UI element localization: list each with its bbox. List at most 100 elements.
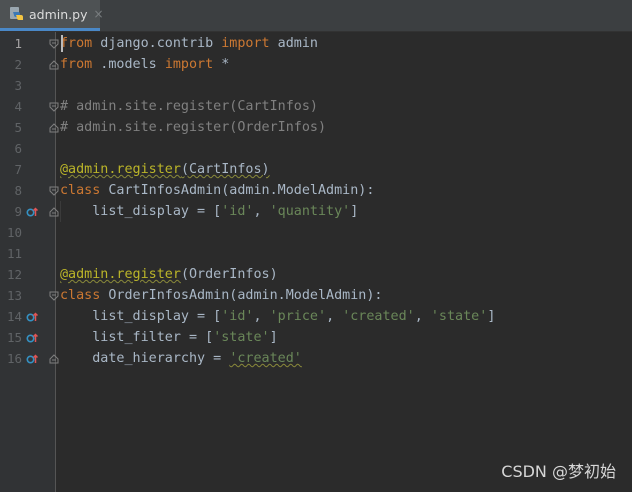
token: *: [213, 57, 230, 72]
tab-admin-py[interactable]: admin.py ×: [0, 0, 104, 31]
token: import: [221, 36, 270, 51]
token: class: [60, 288, 101, 303]
token: import: [164, 57, 214, 72]
token: @admin.register: [60, 162, 181, 177]
token: 'id': [221, 204, 254, 219]
line-number: 9: [14, 204, 22, 219]
line-number: 11: [6, 246, 22, 261]
token: 'created': [342, 309, 415, 324]
code-line[interactable]: 10: [0, 222, 632, 243]
line-number: 10: [6, 225, 22, 240]
fold-toggle-icon[interactable]: [49, 60, 59, 70]
token: .models: [92, 57, 165, 72]
editor-tab-bar: admin.py ×: [0, 0, 632, 32]
code-text[interactable]: @admin.register(CartInfos): [60, 159, 270, 180]
token: OrderInfosAdmin(admin.ModelAdmin):: [100, 288, 383, 303]
code-text[interactable]: list_display = ['id', 'price', 'created'…: [60, 306, 495, 327]
code-line[interactable]: 11: [0, 243, 632, 264]
token: class: [60, 183, 101, 198]
code-line[interactable]: 14 list_display = ['id', 'price', 'creat…: [0, 306, 632, 327]
token: ]: [269, 330, 278, 345]
token: ]: [350, 204, 359, 219]
token: (CartInfos): [180, 162, 270, 177]
code-text[interactable]: @admin.register(OrderInfos): [60, 264, 278, 285]
code-text[interactable]: from .models import *: [60, 54, 229, 75]
token: admin: [269, 36, 318, 51]
code-line[interactable]: 15 list_filter = ['state']: [0, 327, 632, 348]
code-line[interactable]: 7 @admin.register(CartInfos): [0, 159, 632, 180]
token: 'created': [229, 351, 302, 366]
code-text[interactable]: class CartInfosAdmin(admin.ModelAdmin):: [60, 180, 374, 201]
indent-guide: [60, 201, 61, 222]
code-text[interactable]: # admin.site.register(OrderInfos): [60, 117, 326, 138]
code-line[interactable]: 1 from django.contrib import admin: [0, 33, 632, 54]
token: list_filter = [: [60, 330, 214, 345]
line-number: 4: [14, 99, 22, 114]
token: list_display = [: [60, 204, 222, 219]
close-icon[interactable]: ×: [93, 7, 103, 21]
token: @admin.register: [60, 267, 181, 282]
fold-toggle-icon[interactable]: [49, 207, 59, 217]
override-method-icon[interactable]: [26, 353, 38, 365]
code-line[interactable]: 6: [0, 138, 632, 159]
code-line[interactable]: 16 date_hierarchy = 'created': [0, 348, 632, 369]
line-number: 5: [14, 120, 22, 135]
code-line[interactable]: 8 class CartInfosAdmin(admin.ModelAdmin):: [0, 180, 632, 201]
line-number: 2: [14, 57, 22, 72]
line-number: 13: [6, 288, 22, 303]
line-number: 16: [6, 351, 22, 366]
token: ,: [326, 309, 343, 324]
fold-toggle-icon[interactable]: [49, 291, 59, 301]
code-text[interactable]: from django.contrib import admin: [60, 33, 318, 54]
code-line[interactable]: 3: [0, 75, 632, 96]
fold-toggle-icon[interactable]: [49, 123, 59, 133]
line-number: 14: [6, 309, 22, 324]
line-number: 8: [14, 183, 22, 198]
token: ,: [253, 309, 270, 324]
token: ,: [253, 204, 270, 219]
code-line[interactable]: 12 @admin.register(OrderInfos): [0, 264, 632, 285]
code-line[interactable]: 9 list_display = ['id', 'quantity']: [0, 201, 632, 222]
token: 'quantity': [269, 204, 351, 219]
token: from: [60, 57, 93, 72]
token: date_hierarchy =: [60, 351, 230, 366]
fold-toggle-icon[interactable]: [49, 102, 59, 112]
code-text[interactable]: list_filter = ['state']: [60, 327, 278, 348]
line-number: 12: [6, 267, 22, 282]
code-line[interactable]: 13 class OrderInfosAdmin(admin.ModelAdmin…: [0, 285, 632, 306]
token: 'id': [221, 309, 254, 324]
token: django.contrib: [92, 36, 222, 51]
code-text[interactable]: # admin.site.register(CartInfos): [60, 96, 318, 117]
token: 'state': [213, 330, 270, 345]
tab-label: admin.py: [29, 6, 88, 22]
line-number: 3: [14, 78, 22, 93]
line-number: 7: [14, 162, 22, 177]
line-number: 6: [14, 141, 22, 156]
token: # admin.site.register(OrderInfos): [60, 120, 327, 135]
token: 'state': [430, 309, 488, 324]
token: from: [60, 36, 93, 51]
code-line[interactable]: 4 # admin.site.register(CartInfos): [0, 96, 632, 117]
code-line[interactable]: 5 # admin.site.register(OrderInfos): [0, 117, 632, 138]
token: (OrderInfos): [180, 267, 278, 282]
token: list_display = [: [60, 309, 222, 324]
line-number: 15: [6, 330, 22, 345]
code-line[interactable]: 2 from .models import *: [0, 54, 632, 75]
code-text[interactable]: class OrderInfosAdmin(admin.ModelAdmin):: [60, 285, 382, 306]
override-method-icon[interactable]: [26, 311, 38, 323]
token: # admin.site.register(CartInfos): [60, 99, 318, 114]
code-text[interactable]: date_hierarchy = 'created': [60, 348, 302, 369]
python-file-icon: [8, 6, 24, 22]
watermark: CSDN @梦初始: [501, 462, 616, 481]
fold-toggle-icon[interactable]: [49, 186, 59, 196]
code-text[interactable]: list_display = ['id', 'quantity']: [60, 201, 358, 222]
fold-toggle-icon[interactable]: [49, 39, 59, 49]
fold-toggle-icon[interactable]: [49, 354, 59, 364]
token: ]: [487, 309, 496, 324]
override-method-icon[interactable]: [26, 332, 38, 344]
token: CartInfosAdmin(admin.ModelAdmin):: [100, 183, 375, 198]
text-caret: [61, 35, 63, 52]
override-method-icon[interactable]: [26, 206, 38, 218]
line-number: 1: [14, 36, 22, 51]
token: 'price': [269, 309, 327, 324]
